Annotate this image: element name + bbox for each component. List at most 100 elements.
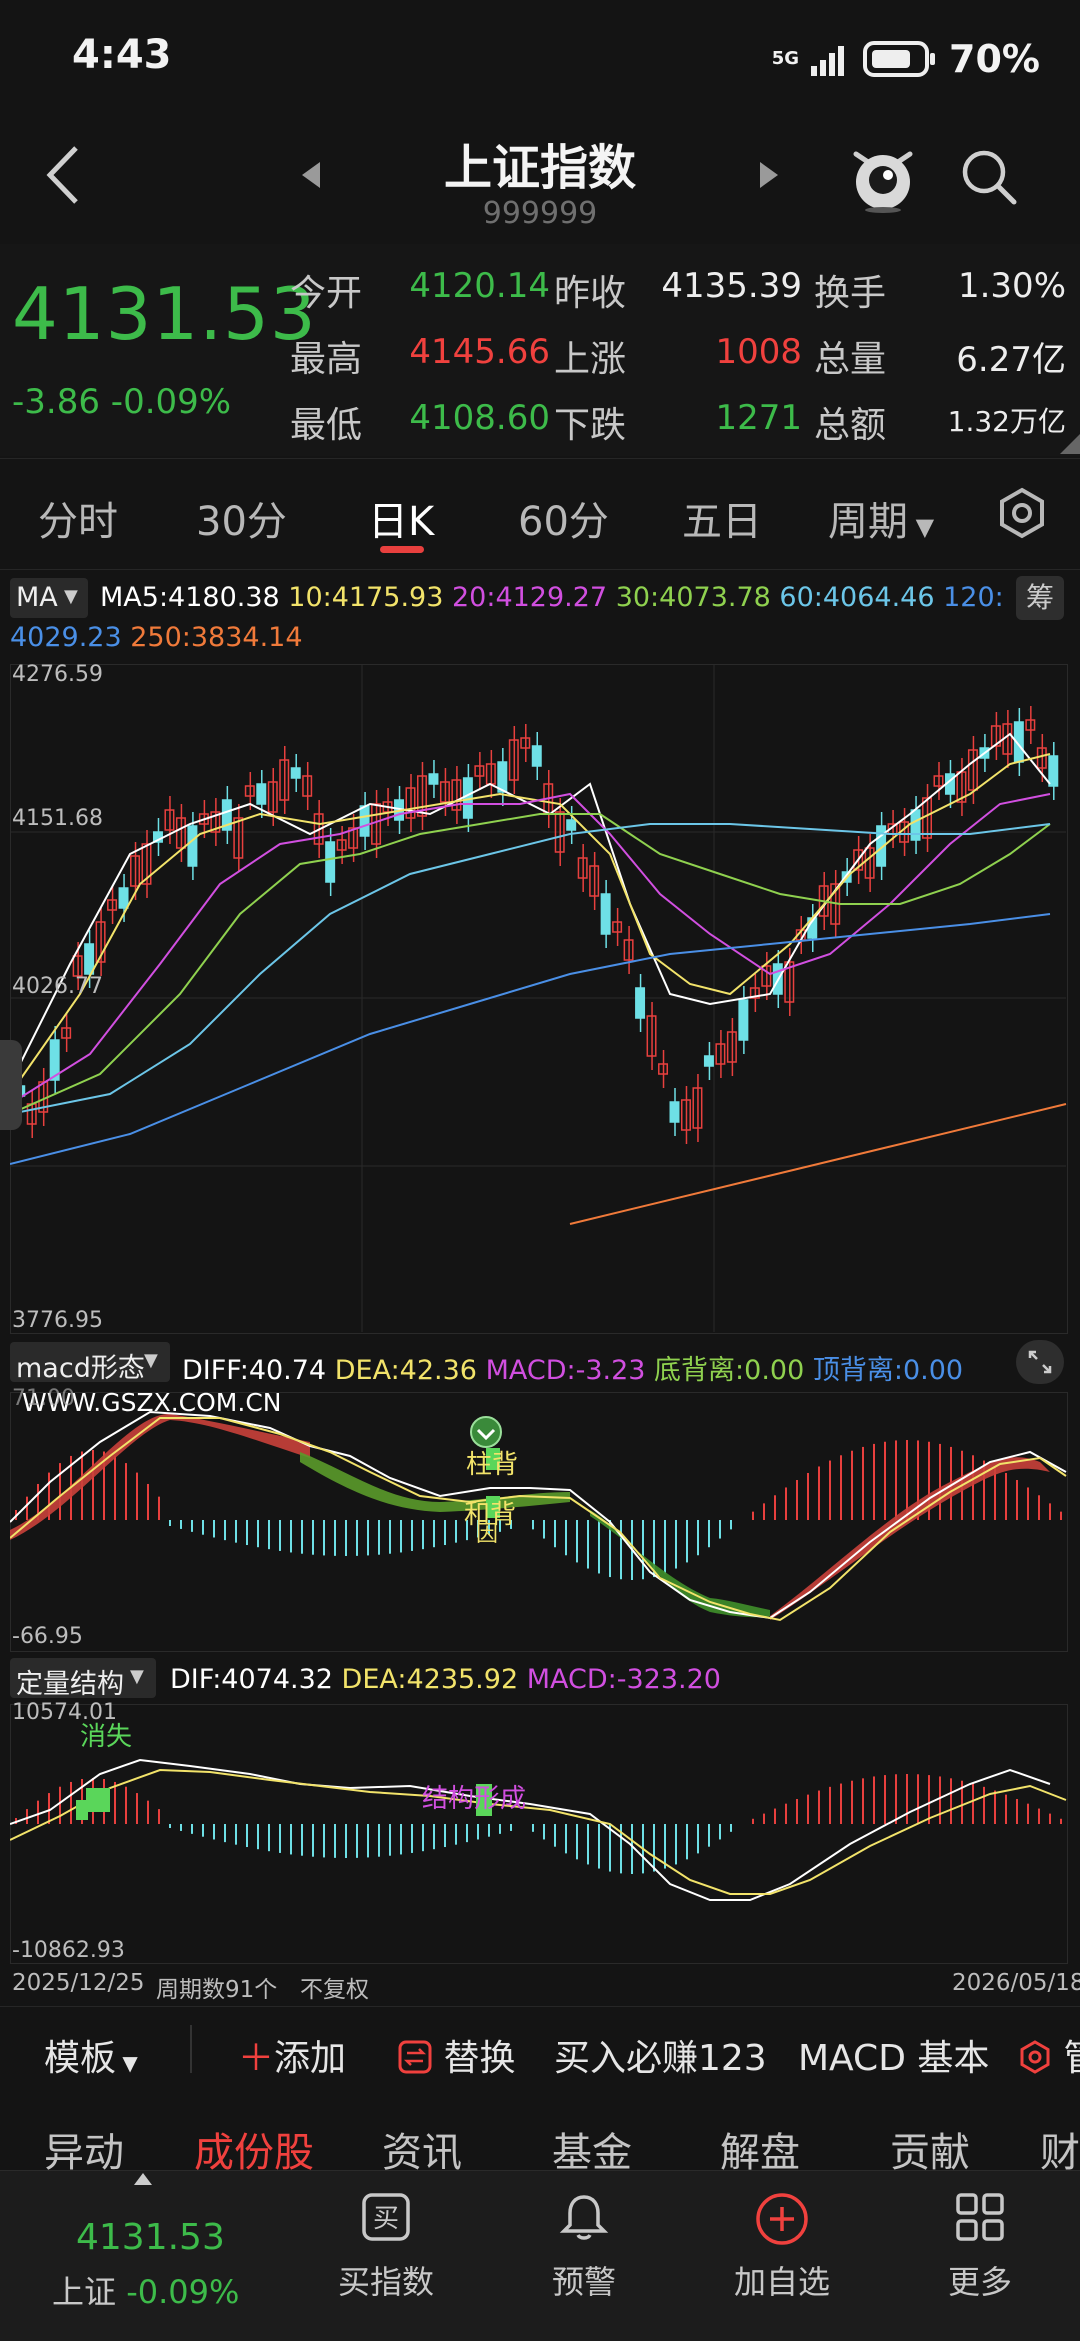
macd-legend: DIFF:40.74 DEA:42.36 MACD:-3.23 底背离:0.00… (182, 1355, 964, 1386)
up-count-label: 上涨 (554, 339, 627, 380)
tab-5day[interactable]: 五日 (682, 489, 762, 547)
caret-up-icon (134, 2173, 152, 2185)
battery-icon (863, 41, 936, 77)
add-button[interactable]: ＋添加 (238, 2029, 346, 2081)
tab-daily-k[interactable]: 日K (368, 489, 434, 547)
replace-button[interactable]: 替换 (398, 2029, 515, 2081)
chip-button[interactable]: 筹 (1016, 576, 1064, 620)
candle (703, 1055, 714, 1067)
next-stock-icon[interactable] (758, 160, 780, 190)
network-icon: 5G (771, 48, 800, 69)
ma-selector[interactable]: MA ▼ (10, 578, 88, 618)
open-value: 4120.14 (409, 266, 550, 306)
last-price: 4131.53 (12, 272, 317, 356)
manage-button[interactable]: 管 (1018, 2029, 1080, 2081)
expand-icon[interactable] (1016, 1340, 1064, 1384)
high-label: 最高 (290, 339, 363, 380)
structure-selector[interactable]: 定量结构 ▼ (10, 1658, 156, 1700)
macd-fill-green-1 (300, 1452, 570, 1512)
signal-icon (811, 46, 845, 76)
volume-label: 总量 (814, 339, 887, 380)
indicator-toolbar: 模板 ▼ ＋添加 替换 买入必赚123 MACD 基本 管 (0, 2006, 1080, 2091)
up-count-value: 1008 (715, 332, 802, 372)
ma-legend-row2: 4029.23 250:3834.14 (10, 622, 303, 653)
time-axis-end: 2026/05/18 (952, 1970, 1080, 1996)
structure-label-vanish: 消失 (80, 1722, 133, 1752)
macd-chart[interactable] (10, 1392, 1068, 1652)
prev-stock-icon[interactable] (300, 160, 322, 190)
kline-chart[interactable] (10, 664, 1068, 1334)
price-change: -3.86 -0.09% (12, 382, 232, 422)
prev-close-value: 4135.39 (661, 266, 802, 306)
tab-30min[interactable]: 30分 (196, 489, 287, 547)
candle (256, 783, 267, 805)
chevron-down-icon: ▼ (144, 1350, 158, 1371)
tab-intraday[interactable]: 分时 (38, 489, 118, 547)
chevron-down-icon: ▼ (64, 586, 78, 607)
candle (566, 819, 577, 831)
status-time: 4:43 (72, 32, 172, 78)
candle (669, 1101, 680, 1123)
ma-legend-row1: MA5:4180.38 10:4175.93 20:4129.27 30:407… (100, 582, 1004, 613)
structure-chart[interactable] (10, 1704, 1068, 1964)
macd-selector[interactable]: macd形态 ▼ (10, 1342, 170, 1384)
bottom-nav: 4131.53 上证 -0.09% 买 买指数 预警 加自选 更多 (0, 2170, 1080, 2341)
dropdown-icon: ▼ (908, 513, 935, 541)
prev-close-label: 昨收 (554, 273, 627, 314)
low-value: 4108.60 (409, 398, 550, 438)
volume-value: 6.27亿 (956, 340, 1066, 380)
chevron-down-icon: ▼ (116, 2051, 138, 2075)
nav-add-watchlist[interactable]: 加自选 (712, 2191, 852, 2303)
nav-buy-index[interactable]: 买 买指数 (316, 2191, 456, 2303)
search-icon[interactable] (958, 146, 1018, 206)
corner-triangle-icon (1060, 434, 1080, 454)
nav-alert[interactable]: 预警 (514, 2191, 654, 2303)
ma60-line (10, 823, 1051, 1115)
signal-badge-icon (470, 1416, 502, 1448)
promo-indicator[interactable]: 买入必赚123 (554, 2029, 767, 2081)
open-label: 今开 (290, 273, 363, 314)
candle (497, 761, 508, 793)
template-button[interactable]: 模板 ▼ (44, 2029, 138, 2081)
low-label: 最低 (290, 405, 363, 446)
ma120-line (10, 913, 1051, 1165)
kline-y-mid: 4151.68 (12, 806, 103, 831)
ma20-line (10, 792, 1051, 1105)
mascot-icon[interactable] (848, 140, 918, 214)
candle (187, 825, 198, 867)
settings-icon[interactable] (996, 487, 1048, 539)
candle (359, 805, 370, 837)
period-tabs: 分时 30分 日K 60分 五日 周期 ▼ (0, 458, 1080, 570)
candle (531, 745, 542, 767)
stock-code: 999999 (482, 196, 598, 231)
adjust-mode[interactable]: 不复权 (300, 1970, 369, 2004)
candle (1048, 755, 1059, 787)
macd-y-top: 71.00 (12, 1386, 75, 1411)
nav-index-quote[interactable]: 上证 -0.09% (52, 2267, 239, 2313)
side-drawer-handle[interactable] (0, 1040, 22, 1130)
macd-fill-red-2 (770, 1457, 1050, 1620)
settings-icon (1020, 2040, 1050, 2074)
candle (428, 773, 439, 785)
nav-more[interactable]: 更多 (910, 2191, 1050, 2303)
macd-fill-green-2 (590, 1510, 770, 1618)
kline-y-low: 4026.77 (12, 974, 103, 999)
kline-y-bottom: 3776.95 (12, 1308, 103, 1333)
macd-basic-indicator[interactable]: MACD 基本 (798, 2029, 989, 2081)
chevron-down-icon: ▼ (130, 1666, 144, 1687)
candle (910, 809, 921, 841)
nav-index-price[interactable]: 4131.53 (76, 2217, 225, 2258)
candle (84, 943, 95, 975)
structure-y-bottom: -10862.93 (12, 1938, 125, 1963)
tab-60min[interactable]: 60分 (518, 489, 609, 547)
active-tab-indicator (380, 546, 424, 553)
turnover-value: 1.30% (957, 266, 1066, 306)
macd-y-bottom: -66.95 (12, 1624, 83, 1649)
tab-period[interactable]: 周期 ▼ (828, 489, 934, 547)
candle (738, 999, 749, 1041)
candle (118, 887, 129, 909)
structure-label-form: 结构形成 (422, 1784, 527, 1814)
swap-icon (398, 2040, 432, 2074)
candle (325, 841, 336, 883)
amount-label: 总额 (814, 405, 887, 446)
